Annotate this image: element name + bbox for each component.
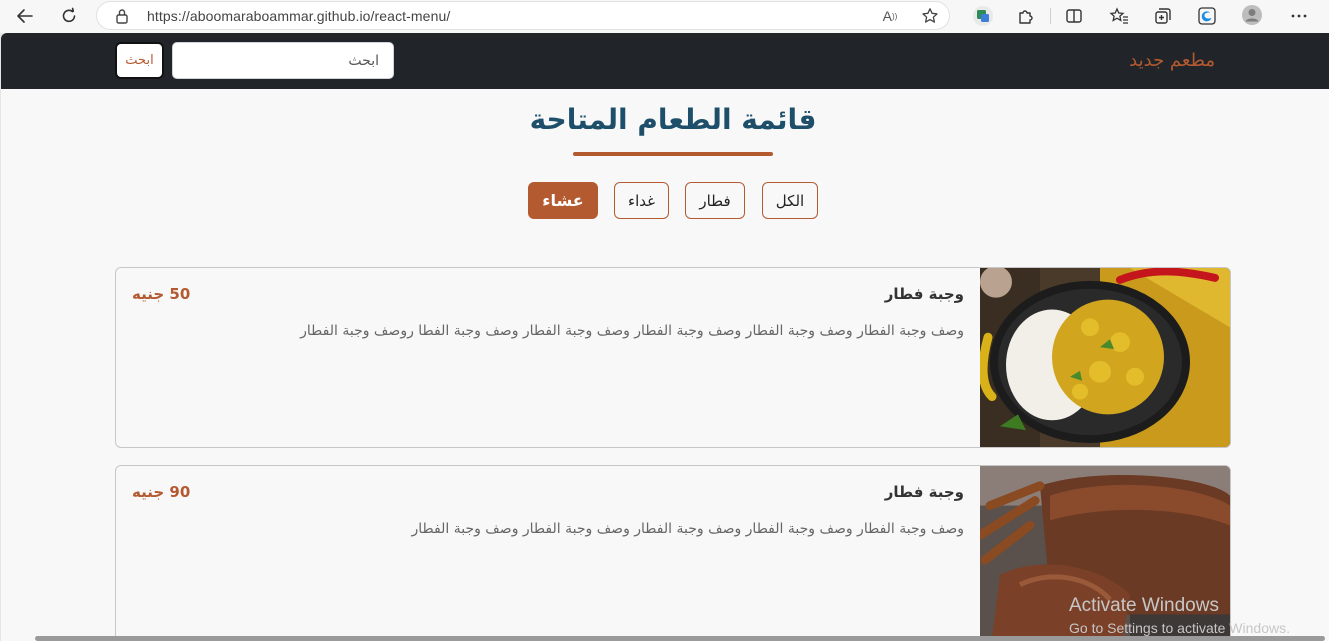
translate-icon[interactable] — [972, 6, 994, 26]
extensions-icon[interactable] — [1015, 6, 1037, 26]
filter-lunch-button[interactable]: غداء — [614, 182, 669, 219]
url-path: /react-menu/ — [370, 8, 451, 24]
menu-item-description: وصف وجبة الفطار وصف وجبة الفطار وصف وجبة… — [300, 323, 964, 339]
menu-item-price: 50 جنيه — [132, 285, 191, 303]
toolbar-separator — [1050, 8, 1051, 24]
activate-windows-subtitle: Go to Settings to activate Windows. — [1069, 620, 1290, 636]
favorites-icon[interactable] — [1108, 6, 1130, 26]
read-aloud-icon[interactable]: A)) — [879, 6, 901, 26]
filter-all-button[interactable]: الكل — [762, 182, 818, 219]
rice-curry-image — [980, 268, 1230, 447]
back-icon[interactable] — [12, 4, 38, 28]
lock-icon[interactable] — [115, 8, 129, 24]
menu-item-name: وجبة فطار — [884, 285, 964, 303]
collections-icon[interactable] — [1152, 6, 1174, 26]
menu-item-price: 90 جنيه — [132, 483, 191, 501]
navbar: مطعم جديد ابحث — [1, 33, 1329, 89]
search-input[interactable] — [172, 42, 394, 79]
activate-windows-title: Activate Windows — [1069, 595, 1219, 616]
profile-icon[interactable] — [1241, 5, 1263, 25]
refresh-icon[interactable] — [56, 4, 82, 28]
split-screen-icon[interactable] — [1063, 6, 1085, 26]
filter-dinner-button[interactable]: عشاء — [528, 182, 598, 219]
page-viewport: مطعم جديد ابحث قائمة الطعام المتاحة الكل… — [1, 33, 1329, 641]
title-underline — [573, 152, 773, 156]
menu-item-name: وجبة فطار — [884, 483, 964, 501]
brand-link[interactable]: مطعم جديد — [1129, 50, 1215, 71]
address-bar[interactable]: https://aboomaraboammar.github.io/react-… — [96, 1, 950, 30]
url-text[interactable]: https://aboomaraboammar.github.io/react-… — [147, 8, 450, 24]
filter-breakfast-button[interactable]: فطار — [685, 182, 745, 219]
browser-toolbar: https://aboomaraboammar.github.io/react-… — [0, 0, 1329, 33]
url-host: https://aboomaraboammar.github.io — [147, 8, 371, 24]
menu-item-description: وصف وجبة الفطار وصف وجبة الفطار وصف وجبة… — [411, 521, 964, 537]
more-icon[interactable] — [1288, 6, 1310, 26]
menu-item-card: وجبة فطار 90 جنيه وصف وجبة الفطار وصف وج… — [115, 465, 1231, 641]
read-aloud-glyph: A — [882, 8, 892, 24]
search-button[interactable]: ابحث — [115, 42, 164, 79]
horizontal-scrollbar[interactable] — [35, 636, 1325, 641]
page-title: قائمة الطعام المتاحة — [529, 103, 817, 136]
favorite-star-icon[interactable] — [919, 6, 941, 26]
menu-item-card: وجبة فطار 50 جنيه وصف وجبة الفطار وصف وج… — [115, 267, 1231, 448]
edge-icon[interactable] — [1196, 6, 1218, 26]
